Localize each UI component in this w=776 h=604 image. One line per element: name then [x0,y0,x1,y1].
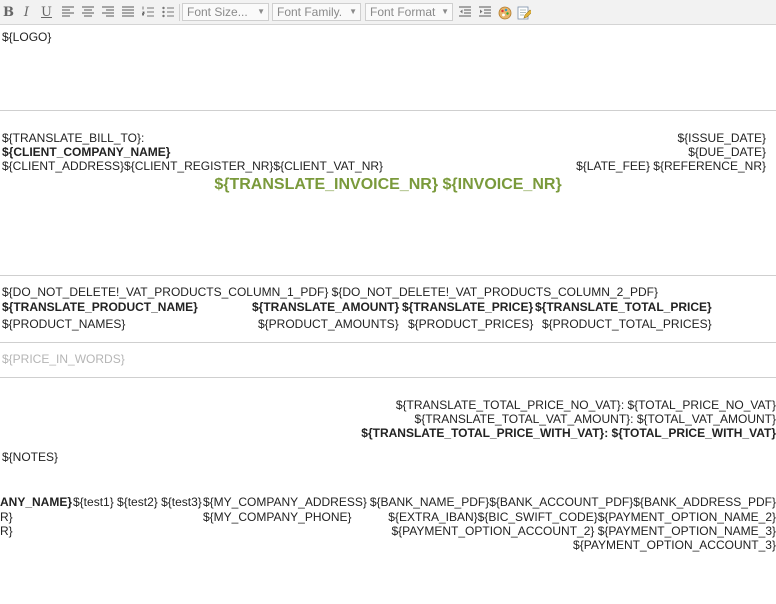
footer-tests: ${test1} ${test2} ${test3} [73,495,202,509]
editor-toolbar: B I U Font Size... ▼ Font Family. ▼ Font… [0,0,776,25]
unordered-list-icon[interactable] [160,4,176,21]
total-price-with-vat: ${TRANSLATE_TOTAL_PRICE_WITH_VAT}: ${TOT… [361,426,776,440]
divider [0,342,776,343]
color-palette-icon[interactable] [497,4,513,21]
total-vat-amount: ${TRANSLATE_TOTAL_VAT_AMOUNT}: ${TOTAL_V… [414,412,776,426]
chevron-down-icon: ▼ [257,7,265,16]
font-size-placeholder: Font Size... [187,5,248,19]
notes: ${NOTES} [2,450,59,464]
font-family-placeholder: Font Family. [277,5,343,19]
footer-company-name: ANY_NAME} [0,495,73,509]
chevron-down-icon: ▼ [441,7,449,16]
underline-button[interactable]: U [40,4,53,21]
table-cell-product-names: ${PRODUCT_NAMES} [2,317,126,331]
logo-placeholder: ${LOGO} [2,30,52,44]
divider [0,377,776,378]
invoice-title: ${TRANSLATE_INVOICE_NR} ${INVOICE_NR} [214,176,562,193]
align-left-icon[interactable] [60,4,76,21]
table-header-price: ${TRANSLATE_PRICE} [402,300,534,314]
align-justify-icon[interactable] [120,4,136,21]
payment-option-account-3: ${PAYMENT_OPTION_ACCOUNT_3} [573,538,776,552]
bill-to-label: ${TRANSLATE_BILL_TO}: [2,131,145,145]
footer-col1-row3: R} [0,524,13,538]
table-header-total-price: ${TRANSLATE_TOTAL_PRICE} [535,300,712,314]
vat-products-columns: ${DO_NOT_DELETE!_VAT_PRODUCTS_COLUMN_1_P… [2,285,658,299]
divider [0,275,776,276]
bold-button[interactable]: B [2,4,15,21]
italic-button[interactable]: I [20,4,33,21]
my-company-address: ${MY_COMPANY_ADDRESS} [203,495,367,509]
outdent-icon[interactable] [457,4,473,21]
client-address-line: ${CLIENT_ADDRESS}${CLIENT_REGISTER_NR}${… [2,159,384,173]
align-right-icon[interactable] [100,4,116,21]
price-in-words: ${PRICE_IN_WORDS} [2,352,125,366]
table-header-amount: ${TRANSLATE_AMOUNT} [252,300,400,314]
bank-details-line: ${BANK_NAME_PDF}${BANK_ACCOUNT_PDF}${BAN… [369,495,776,509]
late-fee-reference: ${LATE_FEE} ${REFERENCE_NR} [576,159,766,173]
font-format-placeholder: Font Format [370,5,436,19]
toolbar-divider [179,4,180,21]
edit-source-icon[interactable] [516,4,532,21]
indent-icon[interactable] [477,4,493,21]
total-price-no-vat: ${TRANSLATE_TOTAL_PRICE_NO_VAT}: ${TOTAL… [395,398,776,412]
divider [0,110,776,111]
my-company-phone: ${MY_COMPANY_PHONE} [203,510,352,524]
iban-swift-line: ${EXTRA_IBAN}${BIC_SWIFT_CODE}${PAYMENT_… [388,510,776,524]
chevron-down-icon: ▼ [349,7,357,16]
footer-col1-row2: R} [0,510,13,524]
issue-date: ${ISSUE_DATE} [677,131,767,145]
font-family-select[interactable]: Font Family. ▼ [272,3,361,21]
table-cell-product-amounts: ${PRODUCT_AMOUNTS} [258,317,399,331]
align-center-icon[interactable] [80,4,96,21]
font-format-select[interactable]: Font Format ▼ [365,3,453,21]
due-date: ${DUE_DATE} [688,145,766,159]
table-cell-product-prices: ${PRODUCT_PRICES} [408,317,534,331]
table-cell-product-total-prices: ${PRODUCT_TOTAL_PRICES} [542,317,712,331]
payment-option-account-2-line: ${PAYMENT_OPTION_ACCOUNT_2} ${PAYMENT_OP… [391,524,776,538]
client-company-name: ${CLIENT_COMPANY_NAME} [2,145,171,159]
ordered-list-icon[interactable] [140,4,156,21]
font-size-select[interactable]: Font Size... ▼ [182,3,269,21]
table-header-product-name: ${TRANSLATE_PRODUCT_NAME} [2,300,198,314]
